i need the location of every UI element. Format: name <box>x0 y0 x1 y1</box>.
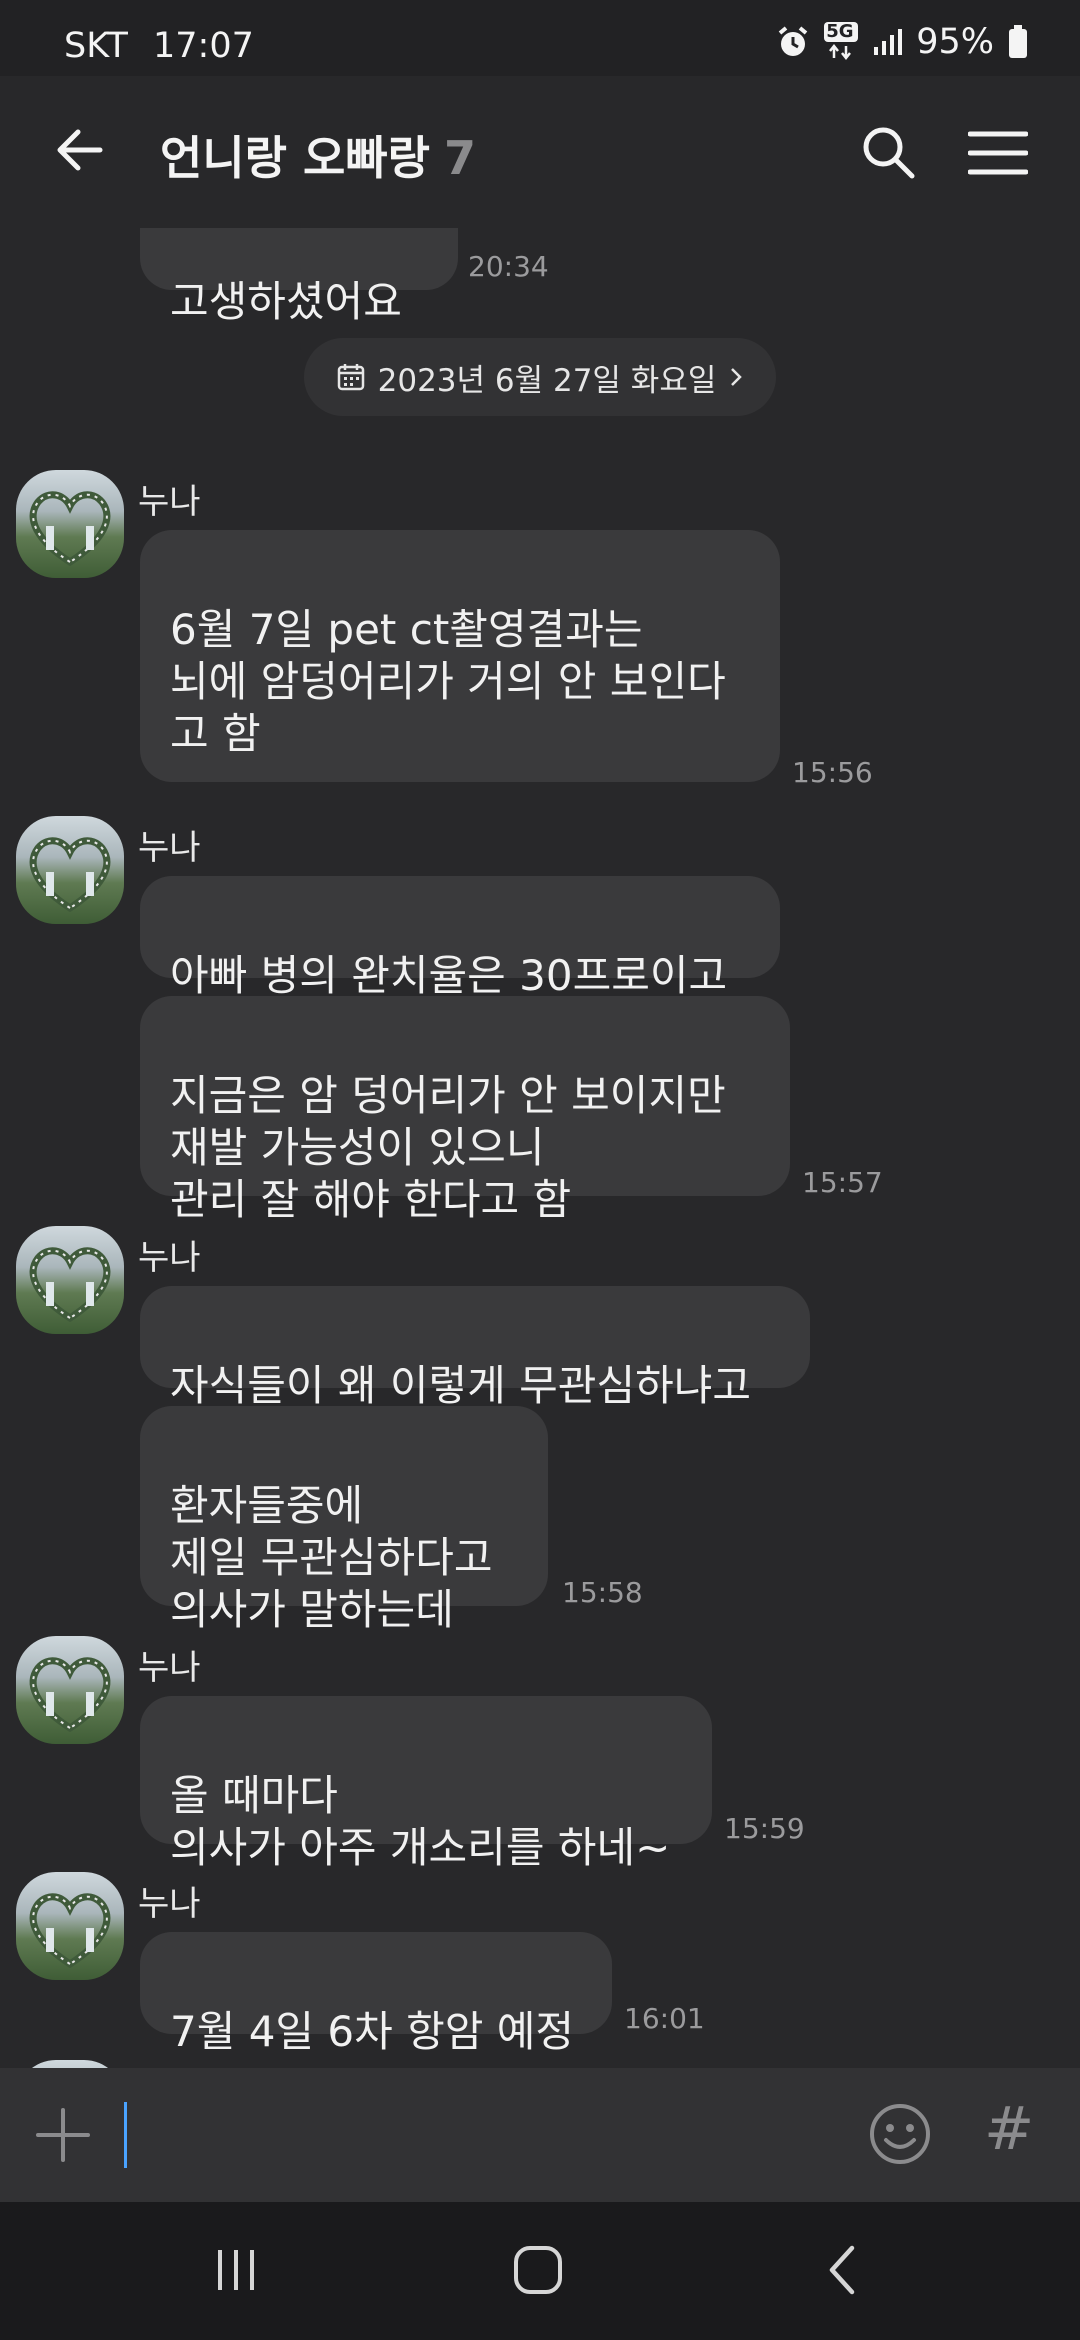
emoji-icon[interactable] <box>868 2102 932 2166</box>
message-time: 15:56 <box>792 756 873 789</box>
status-bar: SKT 17:07 5G 95% <box>0 0 1080 76</box>
heart-arch-photo <box>29 1657 111 1733</box>
date-divider-label: 2023년 6월 27일 화요일 <box>377 362 717 399</box>
avatar[interactable] <box>16 470 124 578</box>
carrier-label: SKT <box>64 26 128 66</box>
sender-name: 누나 <box>138 1648 201 1688</box>
plus-icon[interactable] <box>34 2106 92 2164</box>
message-list[interactable]: 고생하셨어요 20:34 2023년 6월 27일 화요일 누나 6월 7일 p… <box>0 228 1080 2068</box>
alarm-icon <box>778 26 808 56</box>
hashtag-icon[interactable]: # <box>984 2094 1034 2164</box>
home-icon[interactable] <box>512 2244 564 2296</box>
message-bubble[interactable]: 6월 7일 pet ct촬영결과는 뇌에 암덩어리가 거의 안 보인다 고 함 <box>140 530 780 782</box>
sender-name: 누나 <box>138 1238 201 1278</box>
recent-apps-icon[interactable] <box>212 2246 260 2294</box>
message-bubble[interactable]: 7월 4일 6차 항암 예정 <box>140 1932 612 2056</box>
message-bubble[interactable]: 아빠 병의 완치율은 30프로이고 <box>140 876 780 1000</box>
chat-title: 언니랑 오빠랑 7 <box>160 122 476 188</box>
avatar[interactable] <box>16 1872 124 1980</box>
back-nav-icon[interactable] <box>824 2244 860 2296</box>
hamburger-menu-icon[interactable] <box>968 128 1028 178</box>
sender-name: 누나 <box>138 828 201 868</box>
message-bubble[interactable]: 올 때마다 의사가 아주 개소리를 하네~ <box>140 1696 712 1872</box>
heart-arch-photo <box>29 1893 111 1969</box>
message-text: 6월 7일 pet ct촬영결과는 뇌에 암덩어리가 거의 안 보인다 고 함 <box>170 605 726 758</box>
sender-name: 누나 <box>138 482 201 522</box>
message-input-bar: # <box>0 2068 1080 2202</box>
avatar[interactable] <box>16 1226 124 1334</box>
arrow-left-icon[interactable] <box>52 122 108 178</box>
heart-arch-photo <box>29 491 111 567</box>
signal-icon <box>874 29 903 55</box>
avatar[interactable] <box>16 2060 124 2068</box>
message-text: 올 때마다 의사가 아주 개소리를 하네~ <box>170 1771 671 1872</box>
search-icon[interactable] <box>860 124 916 180</box>
message-time: 15:58 <box>562 1576 643 1609</box>
heart-arch-photo <box>29 1247 111 1323</box>
status-left: SKT 17:07 <box>64 26 254 66</box>
chat-header: 언니랑 오빠랑 7 <box>0 76 1080 228</box>
message-time: 15:59 <box>724 1812 805 1845</box>
message-text: 고생하셨어요 <box>170 277 402 326</box>
message-time: 15:57 <box>802 1166 883 1199</box>
text-cursor <box>124 2102 127 2168</box>
heart-arch-photo <box>29 837 111 913</box>
data-arrows-icon <box>829 44 852 60</box>
message-text: 아빠 병의 완치율은 30프로이고 <box>170 951 728 1000</box>
message-text: 자식들이 왜 이렇게 무관심하냐고 <box>170 1361 752 1410</box>
message-time: 20:34 <box>468 250 549 283</box>
message-text: 지금은 암 덩어리가 안 보이지만 재발 가능성이 있으니 관리 잘 해야 한다… <box>170 1071 726 1224</box>
battery-percent: 95% <box>916 22 994 62</box>
message-input[interactable] <box>110 2088 840 2182</box>
sender-name: 누나 <box>138 1884 201 1924</box>
avatar[interactable] <box>16 1636 124 1744</box>
calendar-icon <box>337 364 364 391</box>
system-navigation-bar <box>0 2202 1080 2340</box>
date-divider[interactable]: 2023년 6월 27일 화요일 <box>304 338 776 416</box>
message-bubble[interactable]: 자식들이 왜 이렇게 무관심하냐고 <box>140 1286 810 1410</box>
clock: 17:07 <box>152 26 254 66</box>
status-right: 5G 95% <box>776 22 1028 62</box>
chevron-right-icon <box>731 368 743 386</box>
message-time: 16:01 <box>624 2002 705 2035</box>
network-type-icon: 5G <box>824 22 859 62</box>
message-bubble[interactable]: 환자들중에 제일 무관심하다고 의사가 말하는데 <box>140 1406 548 1634</box>
chat-room-name: 언니랑 오빠랑 <box>160 131 430 185</box>
message-text: 7월 4일 6차 항암 예정 <box>170 2007 575 2056</box>
message-bubble[interactable]: 고생하셨어요 <box>140 228 458 326</box>
network-type-label: 5G <box>824 22 859 42</box>
avatar[interactable] <box>16 816 124 924</box>
member-count: 7 <box>443 131 476 185</box>
battery-icon <box>1009 25 1027 58</box>
message-bubble[interactable]: 지금은 암 덩어리가 안 보이지만 재발 가능성이 있으니 관리 잘 해야 한다… <box>140 996 790 1224</box>
message-text: 환자들중에 제일 무관심하다고 의사가 말하는데 <box>170 1481 493 1634</box>
